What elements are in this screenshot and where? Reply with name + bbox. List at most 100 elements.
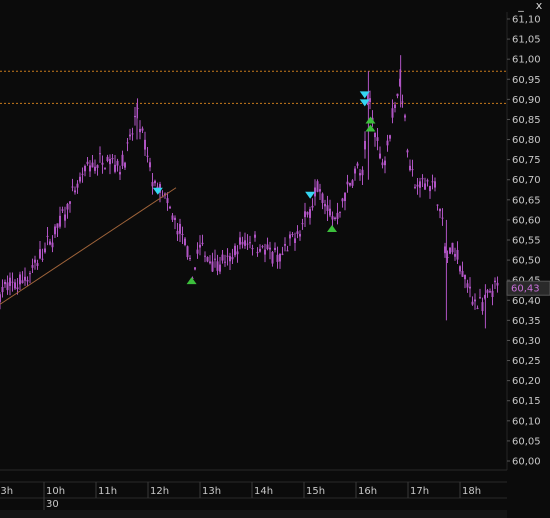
candle-body-152 [379,153,381,159]
x-tick-label-6: 15h [306,486,325,497]
candle-body-73 [181,233,184,235]
candle-127 [316,179,319,193]
candle-body-182 [454,253,456,257]
candle-135 [336,202,339,225]
candle-180 [449,247,451,255]
candle-body-117 [291,234,294,236]
candle-body-138 [344,192,346,202]
candle-67 [166,192,169,211]
candle-body-112 [279,253,281,262]
candle-198 [494,277,496,289]
candle-115 [286,245,289,252]
candle-153 [381,158,384,169]
candle-body-84 [209,261,211,264]
candle-body-148 [369,98,371,103]
candle-body-61 [151,182,154,187]
candle-body-71 [176,230,179,235]
candle-body-67 [166,198,169,204]
candle-body-181 [451,242,454,253]
candle-46 [114,155,116,174]
candle-108 [269,241,271,260]
candle-body-176 [439,208,441,212]
candle-2 [4,279,6,288]
candle-body-128 [319,189,321,192]
candle-body-43 [106,156,109,161]
candle-body-70 [174,217,176,220]
y-tick-label-7: 60,75 [512,155,541,166]
price-chart[interactable]: 61,10 61,05 61,00 60,95 60,90 60,85 60,80 60,75… [0,0,550,518]
candle-104 [259,244,261,253]
candle-body-165 [411,169,414,171]
candle-body-37 [91,162,94,168]
candle-94 [234,243,236,258]
candle-154 [384,156,386,174]
candle-71 [176,222,179,241]
minimize-button[interactable]: _ [514,0,528,12]
candle-141 [351,179,354,189]
candle-25 [61,206,64,213]
candle-78 [194,266,196,271]
candle-92 [229,252,231,270]
candle-body-36 [89,165,91,172]
candle-42 [104,167,106,170]
candle-105 [261,244,264,249]
y-tick-label-14: 60,40 [512,296,541,307]
candle-body-139 [346,181,349,185]
candle-0 [0,292,1,310]
candle-119 [296,225,299,239]
y-tick-label-19: 60,15 [512,396,541,407]
candle-23 [56,223,59,237]
candle-174 [434,177,436,192]
x-tick-label-2: 11h [98,486,117,497]
candle-142 [354,166,356,181]
candle-body-60 [149,162,151,168]
candle-199 [496,276,499,293]
candle-body-46 [114,164,116,172]
candle-body-16 [39,249,41,259]
close-button[interactable]: x [532,0,546,12]
candle-body-123 [306,211,309,215]
candle-79 [196,242,199,259]
candle-body-83 [206,256,209,262]
candle-body-34 [84,165,86,172]
candle-41 [101,155,104,174]
candle-body-12 [29,273,31,275]
candle-body-39 [96,165,99,168]
candle-body-171 [426,180,429,182]
candle-body-119 [296,231,299,234]
candle-body-132 [329,208,331,216]
candle-88 [219,257,221,275]
candle-85 [211,252,214,272]
candle-143 [356,161,359,169]
candle-body-100 [249,242,251,244]
candle-184 [459,265,461,275]
candle-body-198 [494,280,496,283]
candle-body-74 [184,238,186,245]
candle-63 [156,182,159,189]
candle-6 [14,279,16,290]
candle-body-193 [481,302,484,312]
candle-body-107 [266,244,269,250]
candle-155 [386,134,389,152]
x-tick-label-7: 16h [358,486,377,497]
candle-body-116 [289,234,291,239]
candle-40 [99,146,101,163]
candle-53 [131,127,134,141]
candle-body-157 [391,108,394,118]
date-label: 30 [46,499,59,510]
candle-33 [81,167,84,183]
scroll-strip[interactable] [0,510,507,518]
candle-body-8 [19,274,21,285]
candle-193 [481,297,484,315]
candle-49 [121,150,124,170]
candle-34 [84,164,86,177]
candle-151 [376,128,379,151]
candle-body-190 [474,299,476,302]
candle-body-188 [469,286,471,289]
candle-36 [89,160,91,178]
candle-69 [171,212,174,223]
candle-body-129 [321,193,324,203]
y-tick-label-22: 60,00 [512,457,541,468]
x-tick-label-0: 23h [0,486,13,497]
candle-29 [71,178,74,192]
